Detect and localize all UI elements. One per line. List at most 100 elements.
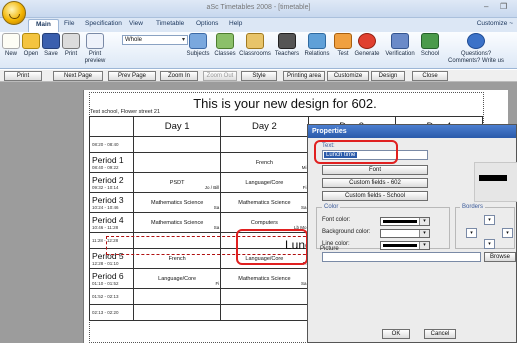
print-preview-button[interactable]: Print preview bbox=[82, 33, 108, 65]
questions-button[interactable]: Questions? Comments? Write us bbox=[446, 33, 506, 65]
lesson-cell[interactable]: Language/Core Fi bbox=[220, 172, 309, 193]
border-right-select[interactable]: ▾ bbox=[502, 228, 513, 238]
ok-button[interactable]: OK bbox=[382, 329, 410, 339]
classrooms-icon bbox=[246, 33, 264, 49]
folder-icon bbox=[22, 33, 40, 49]
border-top-select[interactable]: ▾ bbox=[484, 215, 495, 225]
view-select-value: Whole bbox=[125, 37, 143, 43]
new-document-icon bbox=[2, 33, 20, 49]
lesson-room: Fi bbox=[215, 281, 220, 286]
lesson-cell[interactable]: PSDT Jo / Bill bbox=[132, 172, 222, 193]
help-icon bbox=[467, 33, 485, 49]
maximize-button[interactable]: ❐ bbox=[500, 2, 507, 11]
lesson-cell[interactable]: French Mi bbox=[220, 152, 309, 173]
tab-options[interactable]: Options bbox=[196, 20, 218, 27]
properties-dialog-title: Properties bbox=[308, 125, 516, 138]
lesson-subject: Language/Core bbox=[245, 179, 284, 186]
line-color-picker[interactable]: ▾ bbox=[380, 241, 430, 250]
print-label: Print bbox=[64, 51, 78, 57]
relations-label: Relations bbox=[304, 51, 330, 57]
subjects-button[interactable]: Subjects bbox=[184, 33, 212, 58]
classes-button[interactable]: Classes bbox=[213, 33, 237, 58]
school-button[interactable]: School bbox=[419, 33, 441, 58]
print-preview-label: Print preview bbox=[84, 51, 106, 64]
period-cell: 02:13 - 02:20 bbox=[89, 304, 134, 321]
open-button[interactable]: Open bbox=[22, 33, 40, 58]
lesson-cell[interactable] bbox=[220, 288, 309, 305]
customize-button[interactable]: Customize bbox=[327, 71, 369, 81]
teachers-button[interactable]: Teachers bbox=[273, 33, 301, 58]
design-button[interactable]: Design bbox=[371, 71, 405, 81]
lesson-subject: Language/Core bbox=[158, 275, 197, 282]
lesson-cell[interactable] bbox=[132, 136, 222, 153]
print-button[interactable]: Print bbox=[62, 33, 80, 58]
lesson-subject: French bbox=[168, 255, 186, 262]
browse-button[interactable]: Browse bbox=[484, 252, 516, 262]
save-button[interactable]: Save bbox=[42, 33, 60, 58]
subjects-icon bbox=[189, 33, 207, 49]
test-button[interactable]: Test bbox=[334, 33, 352, 58]
period-cell: Period 1 08:40 - 09:22 bbox=[89, 152, 134, 173]
style-preview-swatch bbox=[479, 175, 507, 181]
app-menu-button[interactable] bbox=[2, 1, 26, 25]
picture-path-input[interactable] bbox=[322, 252, 481, 262]
lesson-cell[interactable] bbox=[220, 136, 309, 153]
classes-label: Classes bbox=[214, 51, 236, 57]
period-name: Period 6 bbox=[92, 270, 124, 281]
classrooms-button[interactable]: Classrooms bbox=[238, 33, 272, 58]
lesson-cell[interactable]: Language/Core Fi bbox=[132, 268, 222, 289]
lunch-callout-highlight bbox=[236, 229, 308, 265]
printer-icon bbox=[62, 33, 80, 49]
view-select[interactable]: Whole ▾ bbox=[122, 35, 188, 45]
line-color-swatch bbox=[383, 244, 417, 247]
printing-area-button[interactable]: Printing area bbox=[283, 71, 325, 81]
period-name: Period 2 bbox=[92, 174, 124, 185]
period-time: 10:24 - 10:46 bbox=[92, 204, 119, 210]
cancel-button[interactable]: Cancel bbox=[424, 329, 456, 339]
lesson-cell[interactable] bbox=[132, 304, 222, 321]
minimize-button[interactable]: – bbox=[484, 2, 488, 11]
lesson-cell[interactable]: Mathematics Science Sa bbox=[132, 212, 222, 233]
tab-timetable[interactable]: Timetable bbox=[156, 20, 184, 27]
borders-group-label: Borders bbox=[460, 204, 486, 210]
style-button[interactable]: Style bbox=[241, 71, 277, 81]
tab-file[interactable]: File bbox=[64, 20, 74, 27]
relations-button[interactable]: Relations bbox=[302, 33, 332, 58]
verification-button[interactable]: Verification bbox=[382, 33, 418, 58]
tab-help[interactable]: Help bbox=[229, 20, 242, 27]
tab-specification[interactable]: Specification bbox=[85, 20, 122, 27]
test-icon bbox=[334, 33, 352, 49]
zoom-out-button[interactable]: Zoom Out bbox=[203, 71, 237, 81]
period-name: Period 1 bbox=[92, 154, 124, 165]
tab-main[interactable]: Main bbox=[28, 19, 59, 32]
border-bottom-select[interactable]: ▾ bbox=[484, 239, 495, 249]
zoom-in-button[interactable]: Zoom In bbox=[160, 71, 198, 81]
customize-link[interactable]: Customize ~ bbox=[477, 20, 513, 27]
period-name: Period 4 bbox=[92, 214, 124, 225]
lesson-cell[interactable] bbox=[132, 288, 222, 305]
lesson-cell[interactable] bbox=[220, 304, 309, 321]
close-button[interactable]: Close bbox=[412, 71, 448, 81]
font-color-picker[interactable]: ▾ bbox=[380, 217, 430, 226]
verification-icon bbox=[391, 33, 409, 49]
lesson-cell[interactable]: Mathematics Science Sa bbox=[220, 192, 309, 213]
lesson-subject: French bbox=[255, 159, 273, 166]
print-page-button[interactable]: Print bbox=[4, 71, 42, 81]
lesson-cell[interactable]: Mathematics Science Sa bbox=[132, 192, 222, 213]
new-button[interactable]: New bbox=[2, 33, 20, 58]
classrooms-label: Classrooms bbox=[239, 51, 271, 57]
background-color-picker[interactable]: ▾ bbox=[380, 229, 430, 238]
next-page-button[interactable]: Next Page bbox=[53, 71, 103, 81]
custom-fields-school-button[interactable]: Custom fields - School bbox=[322, 191, 428, 201]
font-button[interactable]: Font bbox=[322, 165, 428, 175]
custom-fields-602-button[interactable]: Custom fields - 602 bbox=[322, 178, 428, 188]
lesson-room: Sa bbox=[300, 205, 307, 210]
border-left-select[interactable]: ▾ bbox=[466, 228, 477, 238]
period-time: 10:46 - 11:28 bbox=[92, 224, 119, 230]
prev-page-button[interactable]: Prev Page bbox=[108, 71, 156, 81]
lesson-cell[interactable]: Mathematics Science Sa bbox=[220, 268, 309, 289]
tab-view[interactable]: View bbox=[129, 20, 143, 27]
text-input-callout-highlight bbox=[314, 140, 398, 164]
lesson-cell[interactable] bbox=[132, 152, 222, 173]
generate-button[interactable]: Generate bbox=[353, 33, 381, 58]
